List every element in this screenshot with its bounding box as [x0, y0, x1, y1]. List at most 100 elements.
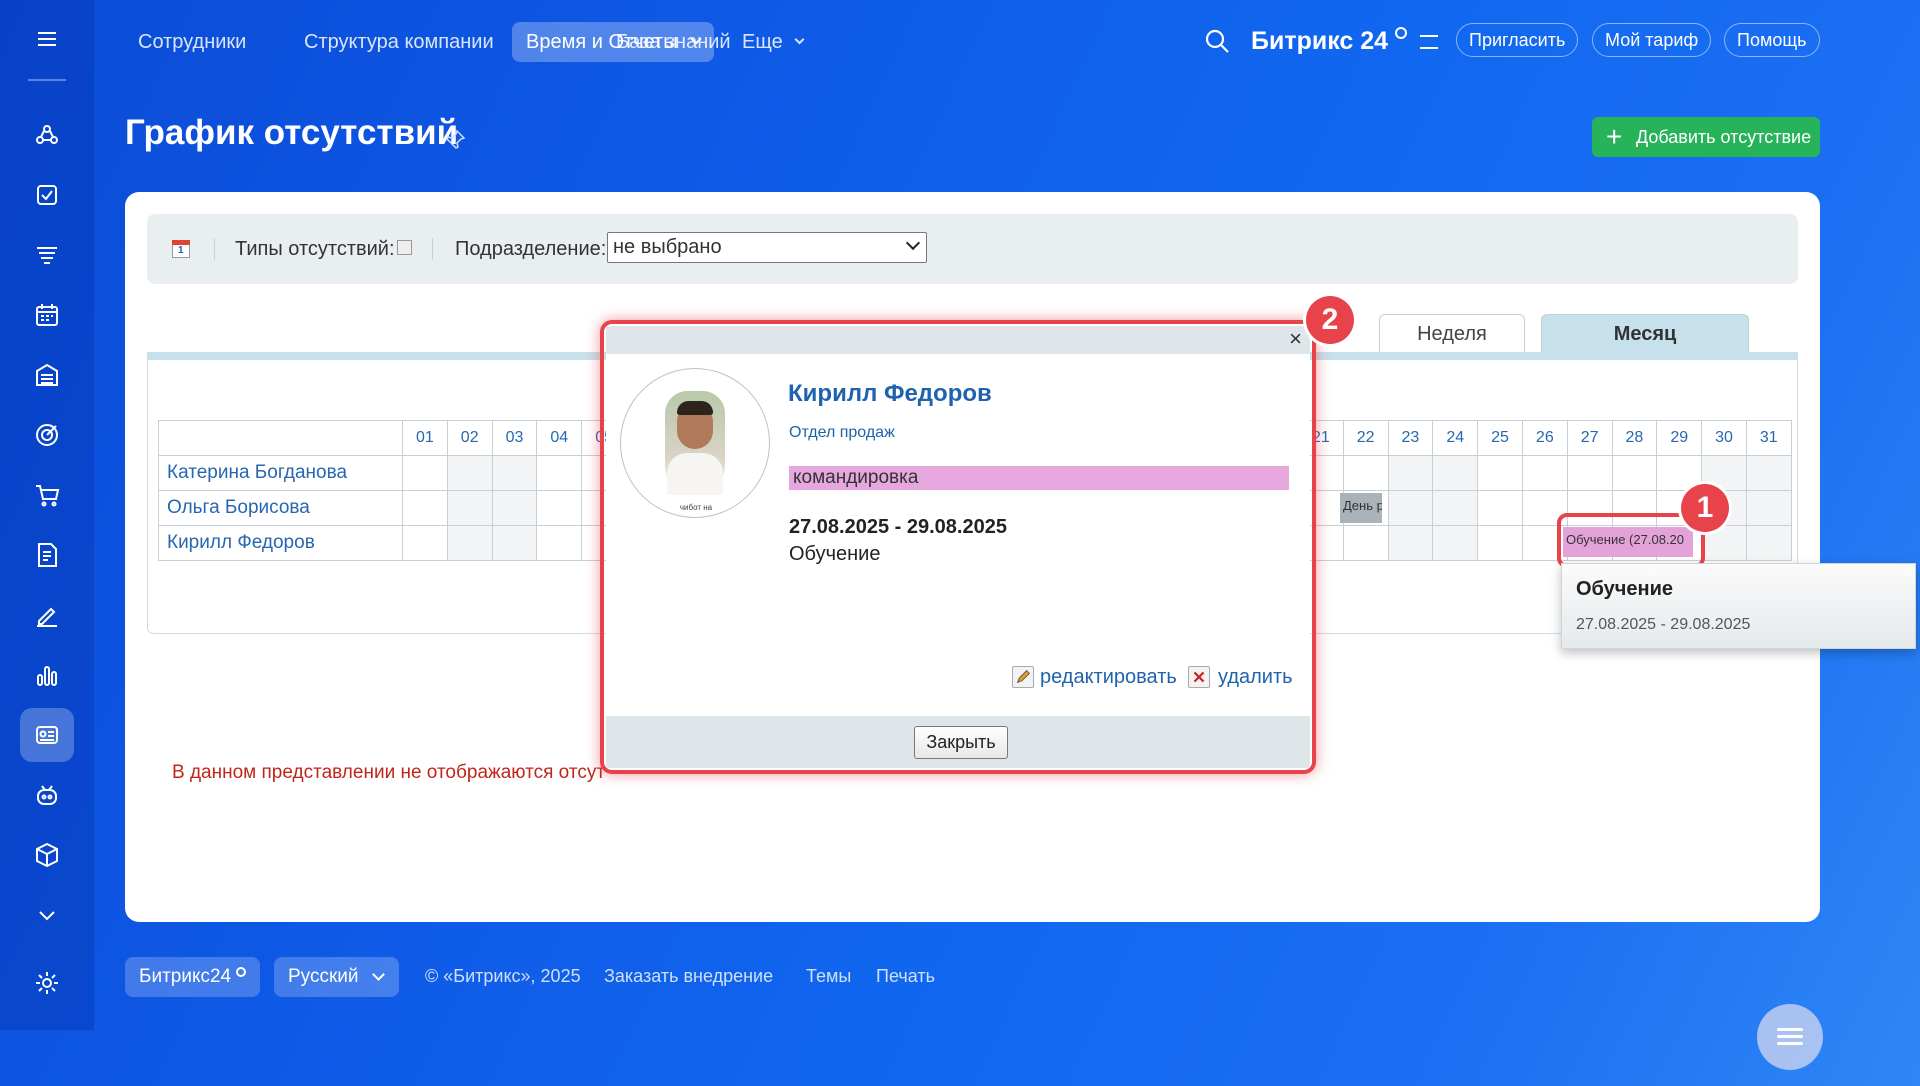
footer-brand-label: Битрикс24 — [139, 966, 232, 987]
nav-company-structure[interactable]: Структура компании — [290, 22, 508, 62]
employee-name[interactable]: Кирилл Федоров — [158, 525, 403, 561]
absence-reason: Обучение — [789, 543, 881, 565]
calendar-day: 1 — [178, 245, 184, 256]
popup-header: × — [606, 326, 1310, 354]
edit-link[interactable]: редактировать — [1040, 666, 1177, 689]
box-icon[interactable] — [20, 828, 74, 882]
left-sidebar — [0, 0, 94, 1030]
day-header[interactable]: 03 — [491, 420, 538, 456]
absence-popup: × чибот на Кирилл Федоров Отдел продаж к… — [606, 326, 1310, 768]
shop-icon[interactable] — [20, 468, 74, 522]
menu-icon[interactable] — [20, 12, 74, 66]
department-link[interactable]: Отдел продаж — [789, 424, 895, 442]
my-tariff-button[interactable]: Мой тариф — [1592, 23, 1712, 57]
day-header[interactable]: 29 — [1656, 420, 1703, 456]
day-header[interactable]: 31 — [1745, 420, 1792, 456]
day-header[interactable]: 28 — [1611, 420, 1658, 456]
crm-icon[interactable] — [20, 228, 74, 282]
search-icon[interactable] — [1202, 26, 1234, 58]
pin-icon[interactable] — [445, 128, 467, 150]
brand-logo[interactable]: Битрикс 24 — [1251, 22, 1438, 60]
step-marker-2: 2 — [1306, 296, 1354, 344]
help-button[interactable]: Помощь — [1724, 23, 1820, 57]
copyright: © «Битрикс», 2025 — [425, 966, 581, 986]
docs-icon[interactable] — [20, 528, 74, 582]
employee-name-link[interactable]: Кирилл Федоров — [788, 380, 992, 408]
print-link[interactable]: Печать — [876, 966, 935, 987]
nav-more-label: Еще — [742, 31, 783, 53]
footer-brand[interactable]: Битрикс24 — [125, 957, 261, 997]
absence-event-birthday[interactable]: День р — [1340, 493, 1382, 523]
order-implementation-link[interactable]: Заказать внедрение — [604, 966, 773, 987]
top-nav: Сотрудники Структура компании Время и От… — [94, 0, 1920, 82]
delete-icon[interactable] — [1188, 666, 1210, 688]
day-header[interactable]: 25 — [1477, 420, 1523, 456]
popup-footer: Закрыть — [606, 716, 1310, 768]
absence-types-label: Типы отсутствий: — [235, 238, 395, 260]
day-header[interactable]: 24 — [1432, 420, 1479, 456]
tooltip-title: Обучение — [1576, 578, 1674, 600]
delete-link[interactable]: удалить — [1218, 666, 1293, 689]
department-label: Подразделение: — [455, 238, 607, 260]
nav-employees[interactable]: Сотрудники — [124, 22, 260, 62]
edit-icon[interactable] — [1012, 666, 1034, 688]
absence-type: командировка — [789, 466, 1289, 490]
divider — [432, 238, 433, 260]
tasks-icon[interactable] — [20, 168, 74, 222]
highlight-frame — [1557, 513, 1705, 568]
calendar-icon[interactable] — [20, 288, 74, 342]
settings-sliders-icon[interactable] — [1419, 35, 1438, 50]
close-icon[interactable]: × — [1289, 326, 1302, 352]
tooltip-dates: 27.08.2025 - 29.08.2025 — [1576, 616, 1751, 633]
more-icon[interactable] — [20, 888, 74, 942]
divider — [214, 238, 215, 260]
plus-icon: + — [1606, 121, 1623, 152]
header-name-cell — [158, 420, 403, 456]
nav-more[interactable]: Еще — [728, 22, 817, 62]
bot-icon[interactable] — [20, 768, 74, 822]
clock-icon — [1395, 27, 1408, 39]
chevron-down-icon — [905, 235, 921, 251]
day-header[interactable]: 01 — [402, 420, 448, 456]
employee-name[interactable]: Катерина Богданова — [158, 455, 403, 491]
day-header[interactable]: 02 — [446, 420, 493, 456]
clock-icon — [236, 967, 247, 977]
tab-week[interactable]: Неделя — [1379, 314, 1525, 352]
settings-icon[interactable] — [20, 956, 74, 1010]
invite-button[interactable]: Пригласить — [1456, 23, 1579, 57]
close-button[interactable]: Закрыть — [914, 726, 1008, 759]
day-header[interactable]: 27 — [1566, 420, 1613, 456]
avatar[interactable]: чибот на — [620, 368, 770, 518]
themes-link[interactable]: Темы — [806, 966, 851, 987]
avatar-caption: чибот на — [679, 503, 713, 512]
calendar-icon[interactable]: 1 — [172, 240, 190, 258]
goals-icon[interactable] — [20, 408, 74, 462]
employee-name[interactable]: Ольга Борисова — [158, 490, 403, 526]
analytics-icon[interactable] — [20, 648, 74, 702]
tab-month[interactable]: Месяц — [1541, 314, 1749, 352]
brand-name: Битрикс 24 — [1251, 27, 1389, 55]
chevron-down-icon — [371, 968, 385, 981]
language-label: Русский — [288, 966, 359, 987]
step-marker-1: 1 — [1681, 484, 1729, 532]
language-select[interactable]: Русский — [274, 957, 399, 997]
nav-knowledge-base[interactable]: База знаний — [602, 22, 745, 62]
store-icon[interactable] — [20, 348, 74, 402]
day-header[interactable]: 22 — [1342, 420, 1389, 456]
sidebar-divider — [28, 79, 66, 81]
add-absence-label: Добавить отсутствие — [1636, 127, 1812, 147]
event-tooltip: Обучение 27.08.2025 - 29.08.2025 — [1561, 563, 1916, 649]
department-select[interactable]: не выбрано — [607, 232, 927, 263]
feed-icon[interactable] — [20, 108, 74, 162]
sign-icon[interactable] — [20, 588, 74, 642]
day-header[interactable]: 23 — [1387, 420, 1434, 456]
absence-types-checkbox[interactable] — [397, 240, 412, 255]
view-hint: В данном представлении не отображаются о… — [172, 762, 606, 783]
page-title: График отсутствий — [125, 113, 459, 152]
day-header[interactable]: 04 — [536, 420, 583, 456]
chat-button[interactable] — [1757, 1004, 1823, 1070]
day-header[interactable]: 26 — [1521, 420, 1568, 456]
day-header[interactable]: 30 — [1701, 420, 1747, 456]
hr-icon[interactable] — [20, 708, 74, 762]
add-absence-button[interactable]: + Добавить отсутствие — [1592, 117, 1820, 157]
